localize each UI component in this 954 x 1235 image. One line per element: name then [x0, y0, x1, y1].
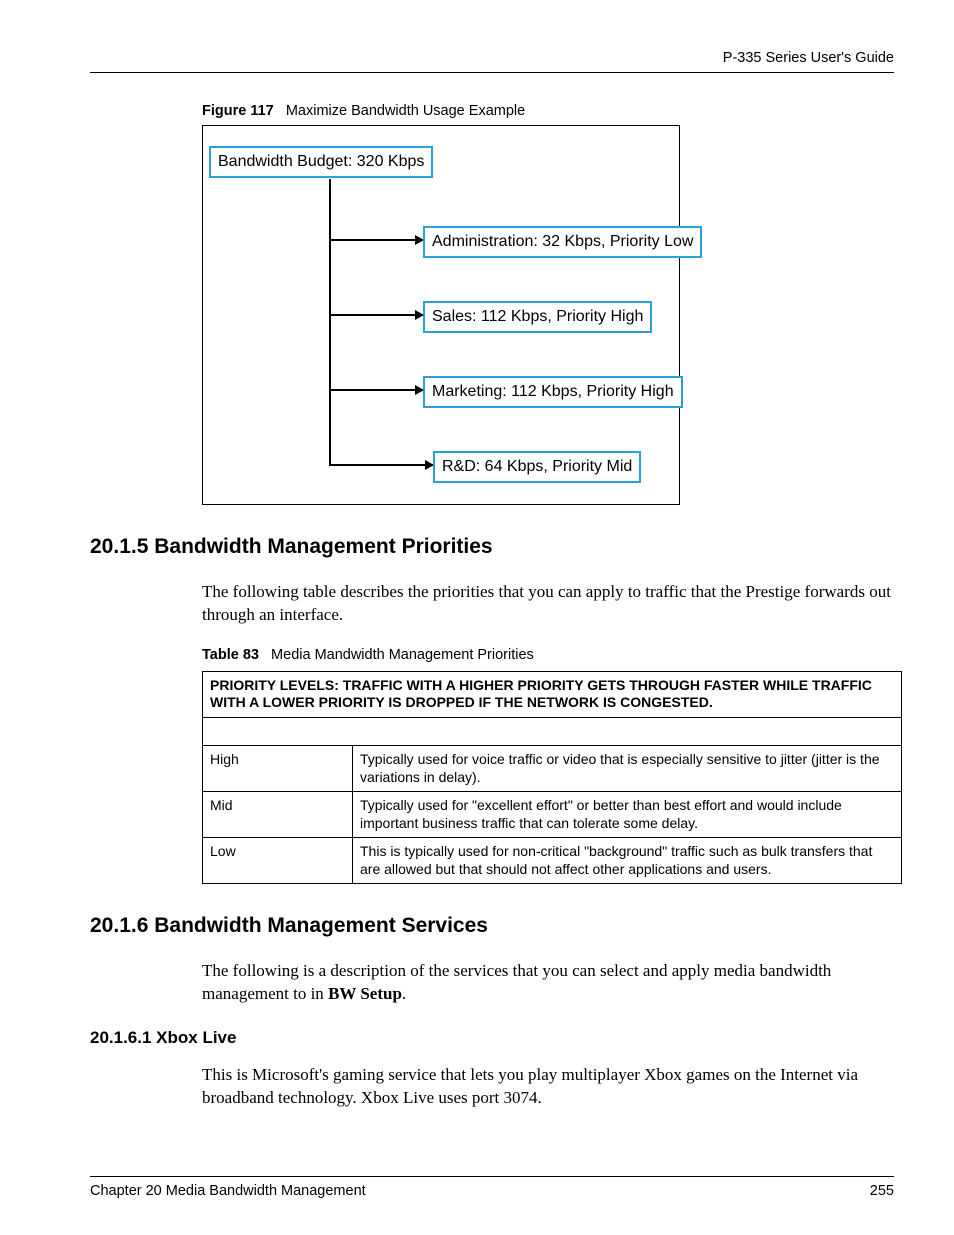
table-caption: Table 83 Media Mandwidth Management Prio…	[202, 647, 894, 663]
footer-chapter: Chapter 20 Media Bandwidth Management	[90, 1183, 366, 1199]
section-2015-intro: The following table describes the priori…	[202, 581, 894, 627]
diagram-root-node: Bandwidth Budget: 320 Kbps	[209, 146, 433, 178]
intro-post: .	[402, 984, 406, 1003]
intro-bold: BW Setup	[328, 984, 402, 1003]
footer-page-number: 255	[870, 1183, 894, 1199]
priority-desc: Typically used for voice traffic or vide…	[353, 746, 902, 792]
diagram-connector	[329, 314, 423, 316]
diagram-stem	[329, 179, 331, 466]
diagram-child-node: R&D: 64 Kbps, Priority Mid	[433, 451, 641, 483]
table-header: PRIORITY LEVELS: TRAFFIC WITH A HIGHER P…	[203, 671, 902, 717]
footer-rule	[90, 1176, 894, 1177]
subsection-heading-20161: 20.1.6.1 Xbox Live	[90, 1028, 894, 1048]
priority-desc: Typically used for "excellent effort" or…	[353, 792, 902, 838]
figure-caption: Figure 117 Maximize Bandwidth Usage Exam…	[202, 103, 894, 119]
table-label: Table 83	[202, 647, 259, 663]
diagram-connector	[329, 464, 433, 466]
table-empty-row	[203, 717, 902, 746]
header-guide-title: P-335 Series User's Guide	[90, 50, 894, 66]
priority-desc: This is typically used for non-critical …	[353, 838, 902, 884]
header-rule	[90, 72, 894, 73]
section-2016-intro: The following is a description of the se…	[202, 960, 894, 1006]
figure-label: Figure 117	[202, 103, 274, 119]
section-heading-2015: 20.1.5 Bandwidth Management Priorities	[90, 535, 894, 559]
page-footer: Chapter 20 Media Bandwidth Management 25…	[90, 1176, 894, 1199]
table-row: Mid Typically used for "excellent effort…	[203, 792, 902, 838]
diagram-connector	[329, 389, 423, 391]
table-row: High Typically used for voice traffic or…	[203, 746, 902, 792]
priorities-table: PRIORITY LEVELS: TRAFFIC WITH A HIGHER P…	[202, 671, 902, 885]
diagram-child-node: Sales: 112 Kbps, Priority High	[423, 301, 652, 333]
diagram-connector	[329, 239, 423, 241]
priority-level: Low	[203, 838, 353, 884]
diagram-child-node: Administration: 32 Kbps, Priority Low	[423, 226, 702, 258]
priority-level: Mid	[203, 792, 353, 838]
bandwidth-diagram: Bandwidth Budget: 320 Kbps Administratio…	[202, 125, 680, 505]
subsection-20161-body: This is Microsoft's gaming service that …	[202, 1064, 894, 1110]
intro-pre: The following is a description of the se…	[202, 961, 831, 1003]
table-title: Media Mandwidth Management Priorities	[271, 647, 534, 663]
figure-title: Maximize Bandwidth Usage Example	[286, 103, 525, 119]
diagram-child-node: Marketing: 112 Kbps, Priority High	[423, 376, 683, 408]
table-row: Low This is typically used for non-criti…	[203, 838, 902, 884]
priority-level: High	[203, 746, 353, 792]
section-heading-2016: 20.1.6 Bandwidth Management Services	[90, 914, 894, 938]
